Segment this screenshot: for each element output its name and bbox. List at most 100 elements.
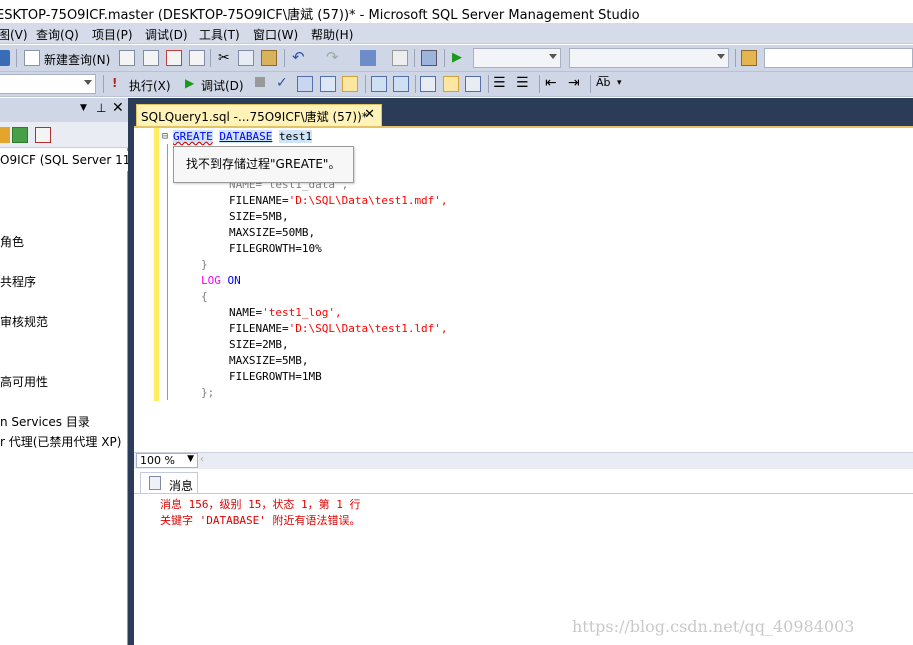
object-explorer-header: ▼ ⊥ ✕ bbox=[0, 98, 128, 122]
toolbar-separator bbox=[539, 75, 540, 93]
error-message-line-2: 关键字 'DATABASE' 附近有语法错误。 bbox=[160, 514, 361, 527]
server-node[interactable]: O9ICF (SQL Server 11.0 bbox=[0, 151, 128, 171]
debug-icon[interactable]: ▶ bbox=[185, 76, 194, 90]
menu-window[interactable]: 窗口(W) bbox=[253, 26, 298, 43]
platform-select[interactable] bbox=[569, 48, 729, 68]
parse-icon[interactable]: ✓ bbox=[276, 75, 288, 91]
zoom-value: 100 % bbox=[140, 454, 175, 467]
menu-debug[interactable]: 调试(D) bbox=[145, 26, 188, 43]
code-line-maxsize-data: MAXSIZE=50MB, bbox=[229, 226, 316, 239]
mdx-query-icon[interactable] bbox=[166, 50, 182, 66]
stop-icon[interactable] bbox=[255, 77, 265, 87]
debug-button[interactable]: 调试(D) bbox=[201, 77, 244, 94]
pane-dropdown-icon[interactable]: ▼ bbox=[80, 103, 87, 113]
object-explorer: ▼ ⊥ ✕ O9ICF (SQL Server 11.0 角色 共程序 审核规范… bbox=[0, 98, 128, 645]
specify-template-values-icon[interactable]: A͞b bbox=[596, 76, 611, 89]
code-keyword-greate: GREATE bbox=[173, 130, 213, 143]
indent-icon[interactable]: ⇥ bbox=[568, 75, 580, 91]
find-input[interactable] bbox=[764, 48, 913, 68]
paste-icon[interactable] bbox=[261, 50, 277, 66]
menu-view[interactable]: 图(V) bbox=[0, 26, 28, 43]
comment-icon[interactable]: ☰ bbox=[493, 75, 506, 91]
database-select[interactable] bbox=[0, 74, 96, 94]
code-open-brace-2: { bbox=[201, 290, 208, 303]
code-line-name-log: NAME='test1_log', bbox=[229, 306, 342, 319]
toolbar-separator bbox=[210, 49, 211, 67]
object-explorer-toolbar bbox=[0, 122, 128, 148]
db-engine-query-icon[interactable] bbox=[119, 50, 135, 66]
toolbar-separator bbox=[415, 75, 416, 93]
tree-item-integration-services[interactable]: n Services 目录 bbox=[0, 413, 90, 430]
pin-icon[interactable]: ⊥ bbox=[96, 101, 106, 115]
display-plan-icon[interactable] bbox=[297, 76, 313, 92]
tooltip-text: 找不到存储过程"GREATE"。 bbox=[186, 157, 341, 171]
refresh-icon[interactable] bbox=[12, 127, 28, 143]
tab-sqlquery1[interactable]: SQLQuery1.sql -...75O9ICF\唐斌 (57))* ✕ bbox=[136, 104, 382, 126]
cut-icon[interactable]: ✂ bbox=[218, 50, 230, 66]
menu-tools[interactable]: 工具(T) bbox=[199, 26, 240, 43]
code-close-brace-2: }; bbox=[201, 386, 215, 399]
activity-monitor-icon[interactable] bbox=[421, 50, 437, 66]
results-to-file-icon[interactable] bbox=[465, 76, 481, 92]
scroll-left-icon[interactable]: ‹ bbox=[200, 454, 204, 465]
xmla-query-icon[interactable] bbox=[189, 50, 205, 66]
execute-icon[interactable]: ! bbox=[112, 76, 117, 90]
intellisense-icon[interactable] bbox=[371, 76, 387, 92]
error-tooltip: 找不到存储过程"GREATE"。 bbox=[173, 146, 354, 183]
collapse-icon[interactable]: ⊟ bbox=[162, 129, 168, 145]
filter-icon[interactable] bbox=[0, 127, 10, 143]
stop-filter-icon[interactable] bbox=[35, 127, 51, 143]
results-divider bbox=[134, 493, 913, 494]
close-tab-icon[interactable]: ✕ bbox=[364, 107, 375, 122]
code-line-maxsize-log: MAXSIZE=5MB, bbox=[229, 354, 309, 367]
results-to-text-icon[interactable] bbox=[420, 76, 436, 92]
save-icon[interactable] bbox=[0, 50, 10, 66]
undo-icon[interactable]: ↶ bbox=[292, 48, 305, 66]
toolbar-separator bbox=[735, 49, 736, 67]
zoom-select[interactable]: 100 % ▼ bbox=[136, 453, 198, 468]
navigate-icon[interactable] bbox=[360, 50, 376, 66]
uncomment-icon[interactable]: ☰ bbox=[516, 75, 529, 91]
outline-guide bbox=[167, 144, 168, 400]
solution-config-select[interactable] bbox=[473, 48, 561, 68]
tab-messages[interactable]: 消息 bbox=[140, 472, 198, 493]
query-designer-icon[interactable] bbox=[320, 76, 336, 92]
tree-item-procedures[interactable]: 共程序 bbox=[0, 273, 36, 290]
watermark: https://blog.csdn.net/qq_40984003 bbox=[572, 617, 855, 636]
standard-toolbar: 新建查询(N) ✂ ↶ ↷ ▶ bbox=[0, 45, 913, 72]
code-line-1: GREATE DATABASE test1 bbox=[173, 129, 313, 145]
execute-button[interactable]: 执行(X) bbox=[129, 77, 171, 94]
toolbar-overflow-icon[interactable]: ▾ bbox=[617, 78, 622, 88]
close-pane-icon[interactable]: ✕ bbox=[112, 100, 124, 116]
tree-item-audit-specs[interactable]: 审核规范 bbox=[0, 313, 48, 330]
new-query-icon[interactable] bbox=[24, 50, 40, 66]
new-query-button[interactable]: 新建查询(N) bbox=[44, 51, 110, 68]
copy-icon[interactable] bbox=[238, 50, 254, 66]
change-tracking-margin bbox=[154, 128, 159, 401]
tree-item-sql-agent[interactable]: r 代理(已禁用代理 XP) bbox=[0, 433, 121, 450]
results-to-grid-icon[interactable] bbox=[443, 76, 459, 92]
code-close-brace-1: } bbox=[201, 258, 208, 271]
menu-bar: 图(V) 查询(Q) 项目(P) 调试(D) 工具(T) 窗口(W) 帮助(H) bbox=[0, 23, 913, 44]
include-plan-icon[interactable] bbox=[393, 76, 409, 92]
toolbar-separator bbox=[414, 49, 415, 67]
menu-project[interactable]: 项目(P) bbox=[92, 26, 133, 43]
find-in-files-icon[interactable] bbox=[741, 50, 757, 66]
tree-item-high-availability[interactable]: 高可用性 bbox=[0, 373, 48, 390]
code-line-size-data: SIZE=5MB, bbox=[229, 210, 289, 223]
outdent-icon[interactable]: ⇤ bbox=[545, 75, 557, 91]
code-line-log-on: LOG ON bbox=[201, 274, 241, 287]
reports-icon[interactable] bbox=[392, 50, 408, 66]
zoom-dropdown-icon[interactable]: ▼ bbox=[187, 454, 194, 464]
error-message-line-1: 消息 156，级别 15，状态 1，第 1 行 bbox=[160, 498, 361, 511]
analysis-query-icon[interactable] bbox=[143, 50, 159, 66]
server-node-label: O9ICF (SQL Server 11.0 bbox=[0, 153, 128, 167]
menu-query[interactable]: 查询(Q) bbox=[36, 26, 79, 43]
redo-icon[interactable]: ↷ bbox=[326, 48, 339, 66]
window-title: ESKTOP-75O9ICF.master (DESKTOP-75O9ICF\唐… bbox=[0, 8, 640, 23]
tree-item-roles[interactable]: 角色 bbox=[0, 233, 24, 250]
query-options-icon[interactable] bbox=[342, 76, 358, 92]
menu-help[interactable]: 帮助(H) bbox=[311, 26, 353, 43]
start-icon[interactable]: ▶ bbox=[452, 50, 462, 65]
toolbar-separator bbox=[365, 75, 366, 93]
